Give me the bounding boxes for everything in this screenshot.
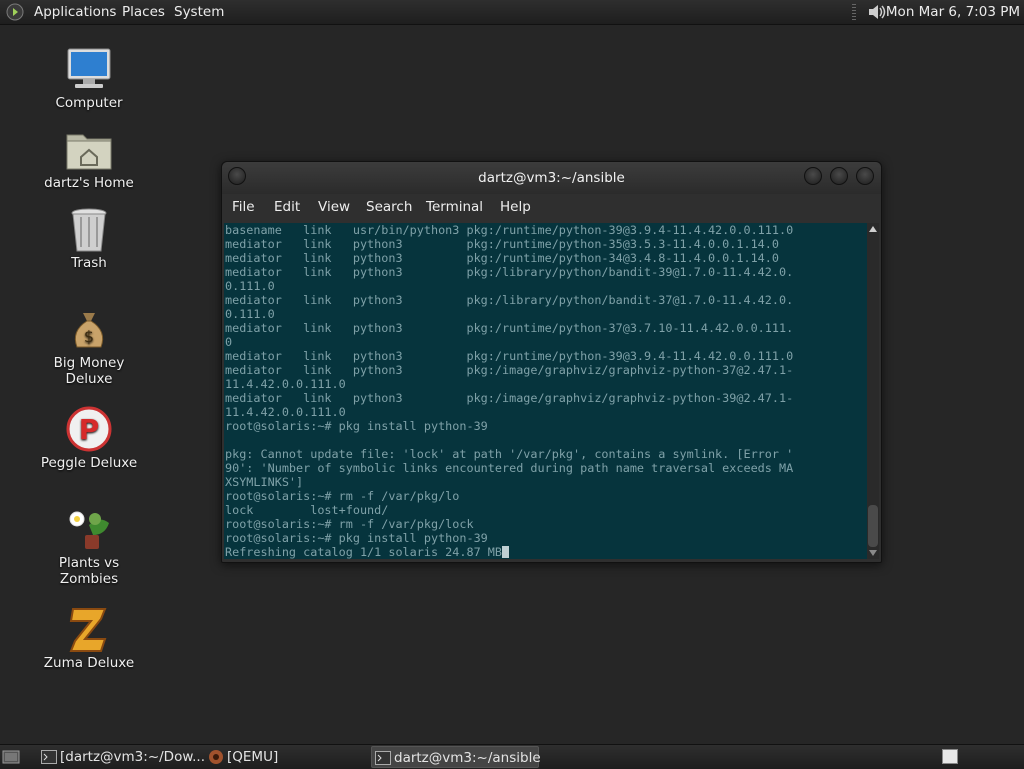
desktop-icon-trash[interactable]: Trash bbox=[29, 205, 149, 271]
task-terminal-ansible[interactable]: dartz@vm3:~/ansible bbox=[371, 746, 541, 768]
terminal-line: root@solaris:~# pkg install python-39 bbox=[225, 531, 488, 545]
menu-view[interactable]: View bbox=[318, 199, 350, 215]
volume-icon[interactable] bbox=[866, 2, 888, 22]
minimize-button[interactable] bbox=[804, 167, 822, 185]
terminal-line: lock lost+found/ bbox=[225, 503, 389, 517]
menu-edit[interactable]: Edit bbox=[274, 199, 300, 215]
scroll-down-arrow-icon[interactable] bbox=[869, 550, 877, 556]
zuma-icon bbox=[69, 608, 107, 652]
svg-text:P: P bbox=[79, 413, 100, 446]
bottom-panel: [dartz@vm3:~/Dow... [QEMU] dartz@vm3:~/a… bbox=[0, 744, 1024, 769]
terminal-current-line: Refreshing catalog 1/1 solaris 24.87 MB bbox=[225, 545, 502, 559]
terminal-line: 0 bbox=[225, 335, 233, 349]
show-desktop-icon[interactable] bbox=[2, 748, 20, 766]
desktop-icon-label: Zuma Deluxe bbox=[43, 655, 135, 671]
desktop-icon-peggle[interactable]: P Peggle Deluxe bbox=[29, 405, 149, 471]
places-menu[interactable]: Places bbox=[122, 0, 165, 24]
workspace-switcher[interactable] bbox=[942, 749, 958, 764]
terminal-line: XSYMLINKS'] bbox=[225, 475, 304, 489]
computer-icon bbox=[67, 48, 111, 88]
terminal-line: 0.111.0 bbox=[225, 279, 275, 293]
terminal-line: mediator link python3 pkg:/library/pytho… bbox=[225, 265, 794, 279]
terminal-line: mediator link python3 pkg:/runtime/pytho… bbox=[225, 237, 779, 251]
terminal-text: basename link usr/bin/python3 pkg:/runti… bbox=[224, 223, 867, 545]
terminal-cursor bbox=[502, 546, 509, 558]
desktop-icon-big-money[interactable]: $ Big Money Deluxe bbox=[29, 305, 149, 387]
task-terminal-downloads[interactable]: [dartz@vm3:~/Dow... bbox=[38, 746, 205, 768]
terminal-line: mediator link python3 pkg:/runtime/pytho… bbox=[225, 251, 779, 265]
terminal-line: 90': 'Number of symbolic links encounter… bbox=[225, 461, 794, 475]
scroll-up-arrow-icon[interactable] bbox=[869, 226, 877, 232]
terminal-line: 11.4.42.0.0.111.0 bbox=[225, 405, 346, 419]
terminal-line: root@solaris:~# rm -f /var/pkg/lo bbox=[225, 489, 460, 503]
system-menu[interactable]: System bbox=[174, 0, 224, 24]
terminal-line: pkg: Cannot update file: 'lock' at path … bbox=[225, 447, 794, 461]
terminal-line: mediator link python3 pkg:/image/graphvi… bbox=[225, 363, 794, 377]
svg-text:$: $ bbox=[84, 327, 94, 346]
terminal-line: 0.111.0 bbox=[225, 307, 275, 321]
task-label: [QEMU] bbox=[227, 749, 279, 765]
menu-file[interactable]: File bbox=[232, 199, 255, 215]
terminal-line: mediator link python3 pkg:/runtime/pytho… bbox=[225, 321, 794, 335]
gnome-foot-icon[interactable] bbox=[6, 3, 24, 21]
desktop-icon-label: Computer bbox=[55, 95, 123, 111]
desktop-icon-computer[interactable]: Computer bbox=[29, 45, 149, 111]
plants-vs-zombies-icon bbox=[69, 511, 109, 549]
terminal-line: basename link usr/bin/python3 pkg:/runti… bbox=[225, 223, 794, 237]
terminal-line: root@solaris:~# pkg install python-39 bbox=[225, 419, 488, 433]
applications-menu[interactable]: Applications bbox=[34, 0, 116, 24]
task-qemu[interactable]: [QEMU] bbox=[205, 746, 365, 768]
home-folder-icon bbox=[66, 134, 112, 170]
top-panel: Applications Places System Mon Mar 6, 7:… bbox=[0, 0, 1024, 25]
menu-search[interactable]: Search bbox=[366, 199, 412, 215]
desktop-icon-home[interactable]: dartz's Home bbox=[29, 125, 149, 191]
desktop-icon-zuma[interactable]: Zuma Deluxe bbox=[29, 605, 149, 671]
desktop-icon-pvz[interactable]: Plants vs Zombies bbox=[29, 505, 149, 587]
scrollbar-thumb[interactable] bbox=[868, 505, 878, 547]
menu-help[interactable]: Help bbox=[500, 199, 531, 215]
desktop-icon-label: Peggle Deluxe bbox=[40, 455, 138, 471]
qemu-icon bbox=[209, 750, 223, 764]
task-label: [dartz@vm3:~/Dow... bbox=[60, 749, 206, 765]
window-title: dartz@vm3:~/ansible bbox=[478, 170, 625, 186]
desktop-icon-label: Plants vs Zombies bbox=[58, 555, 120, 587]
terminal-menubar: File Edit View Search Terminal Help bbox=[222, 194, 881, 222]
peggle-icon: P bbox=[66, 406, 112, 452]
terminal-scrollbar[interactable] bbox=[867, 223, 879, 559]
terminal-line: mediator link python3 pkg:/library/pytho… bbox=[225, 293, 794, 307]
desktop-icon-label: Trash bbox=[71, 255, 107, 271]
task-label: dartz@vm3:~/ansible bbox=[394, 750, 541, 766]
terminal-line: mediator link python3 pkg:/runtime/pytho… bbox=[225, 349, 794, 363]
close-button[interactable] bbox=[856, 167, 874, 185]
terminal-icon bbox=[41, 750, 57, 764]
money-bag-icon: $ bbox=[74, 313, 104, 348]
desktop-icon-label: Big Money Deluxe bbox=[53, 355, 125, 387]
terminal-icon bbox=[375, 751, 391, 765]
terminal-window[interactable]: dartz@vm3:~/ansible File Edit View Searc… bbox=[221, 161, 882, 563]
terminal-line: 11.4.42.0.0.111.0 bbox=[225, 377, 346, 391]
clock[interactable]: Mon Mar 6, 7:03 PM bbox=[886, 0, 1020, 24]
trash-icon bbox=[71, 208, 107, 252]
desktop-icon-label: dartz's Home bbox=[44, 175, 134, 191]
menu-terminal[interactable]: Terminal bbox=[426, 199, 483, 215]
window-titlebar[interactable]: dartz@vm3:~/ansible bbox=[222, 162, 881, 194]
terminal-line: root@solaris:~# rm -f /var/pkg/lock bbox=[225, 517, 474, 531]
terminal-line: mediator link python3 pkg:/image/graphvi… bbox=[225, 391, 794, 405]
terminal-output[interactable]: basename link usr/bin/python3 pkg:/runti… bbox=[224, 223, 867, 559]
maximize-button[interactable] bbox=[830, 167, 848, 185]
panel-handle bbox=[852, 4, 856, 20]
